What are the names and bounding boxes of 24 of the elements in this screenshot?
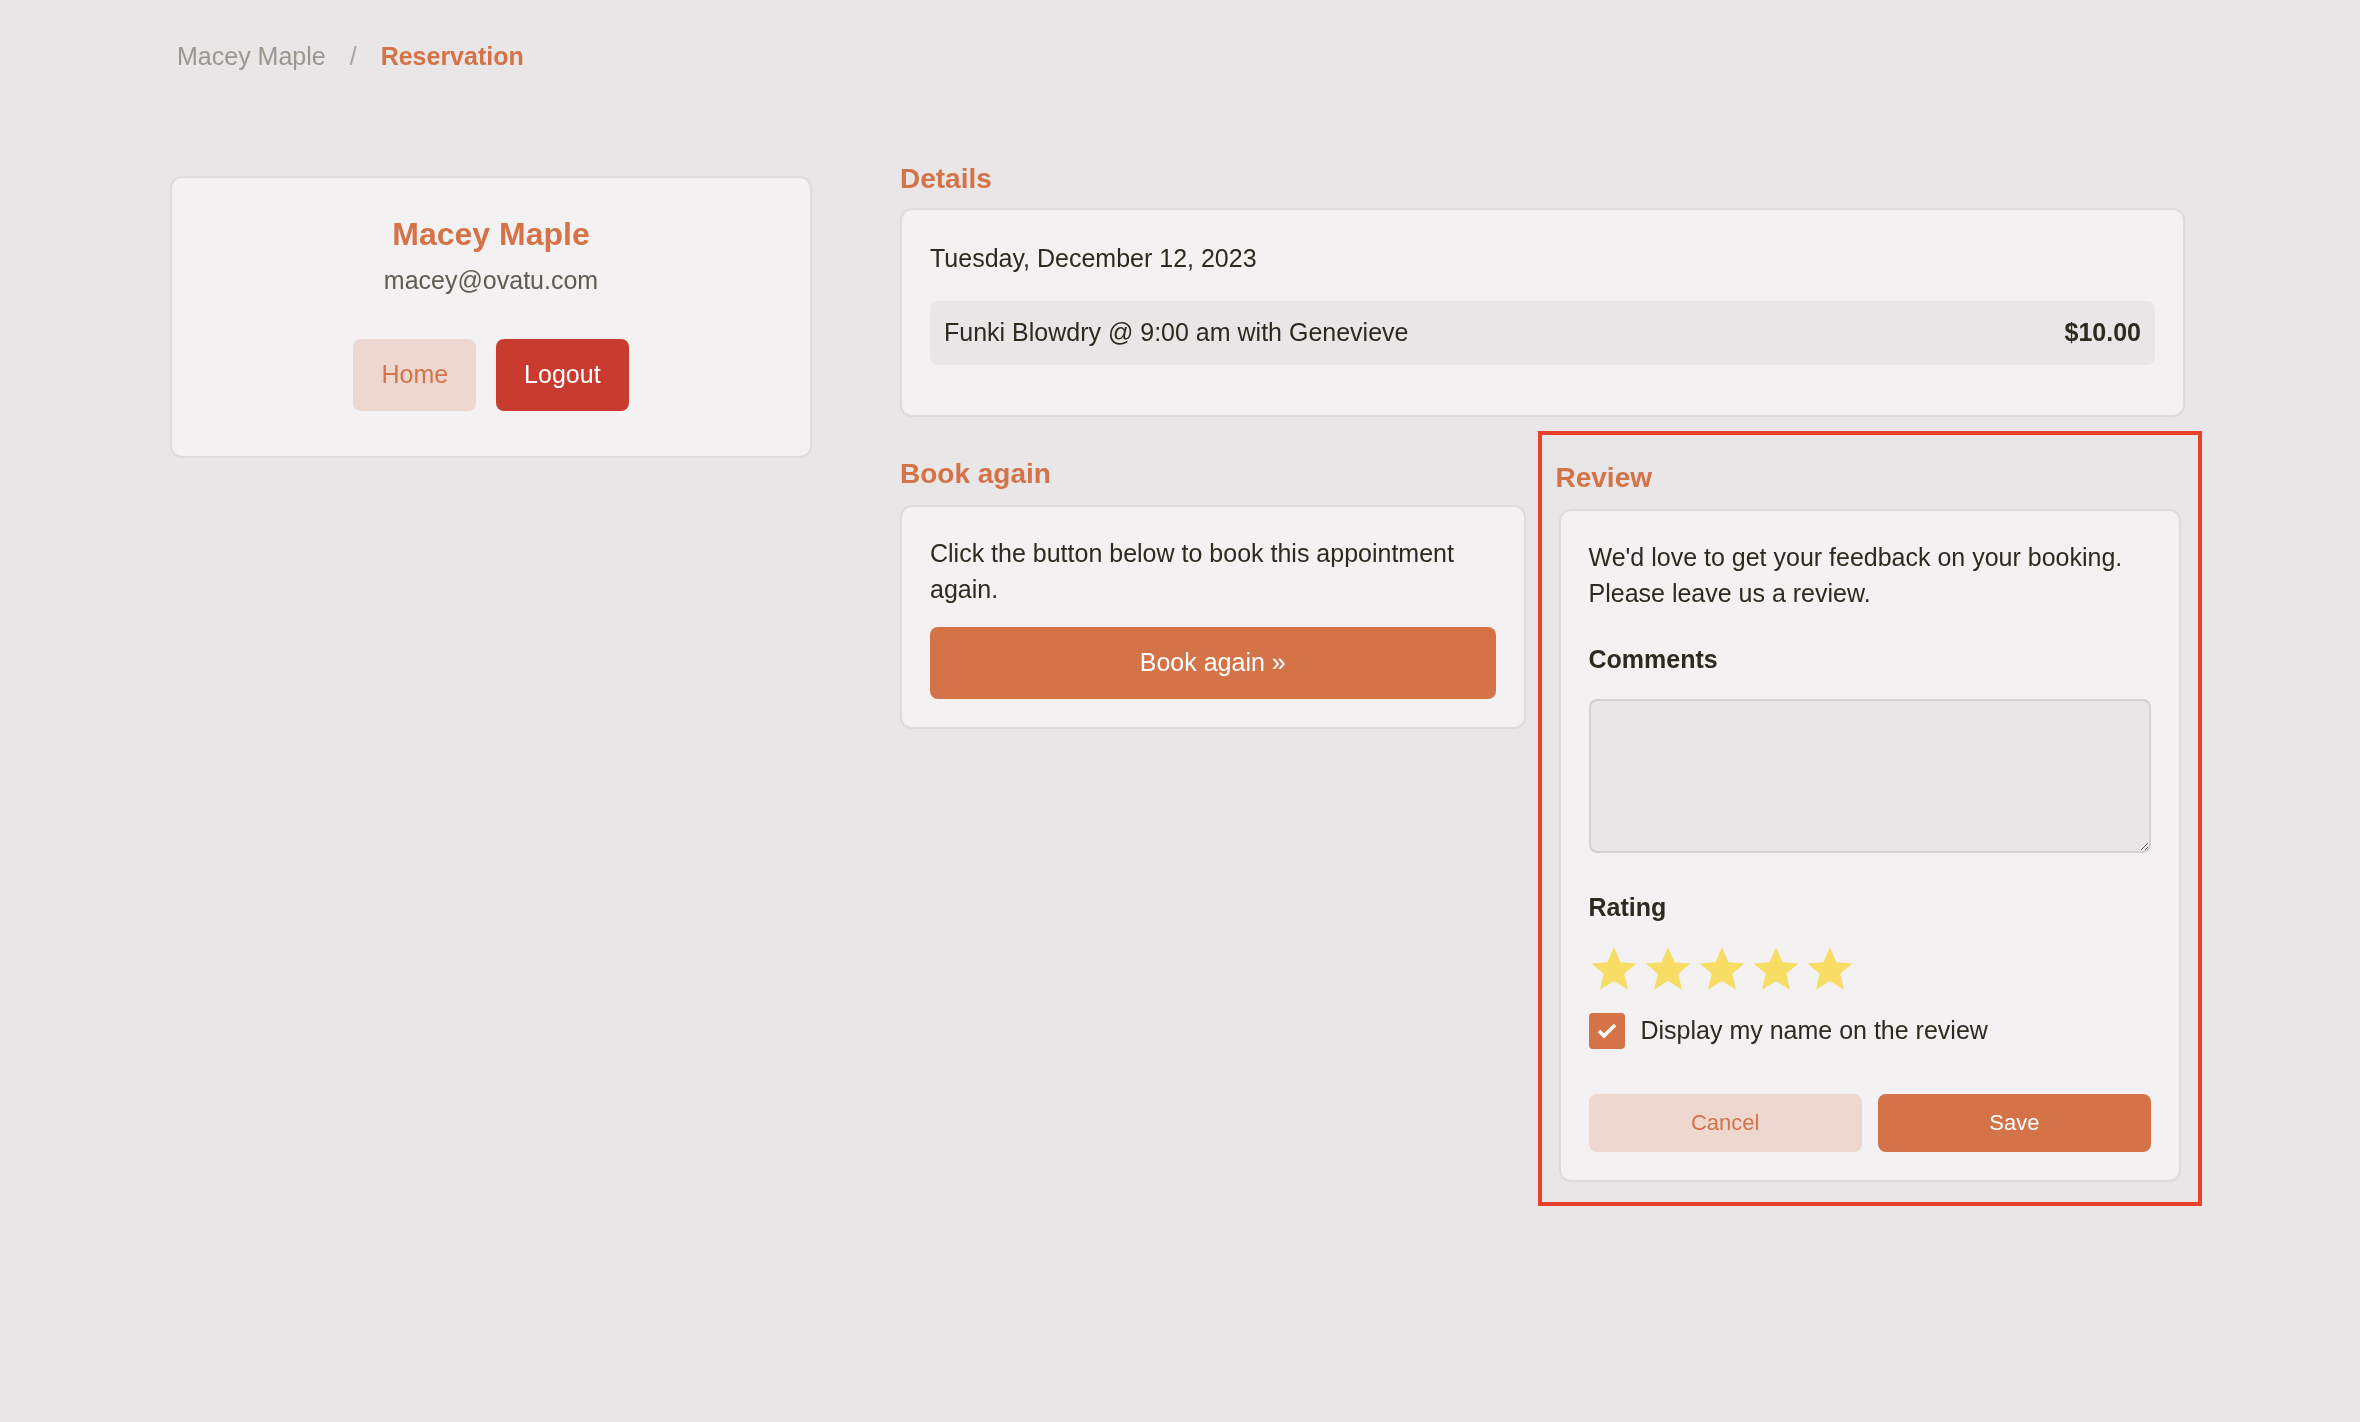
- book-again-text: Click the button below to book this appointment again.: [930, 538, 1455, 605]
- breadcrumb-link[interactable]: Macey Maple: [177, 38, 326, 76]
- checkbox-label: Display my name on the review: [1640, 1015, 1988, 1046]
- breadcrumb-separator: /: [349, 41, 357, 72]
- breadcrumb-link[interactable]: Reservation: [380, 38, 524, 76]
- rating-label: Rating: [1588, 891, 1668, 923]
- comments-label: Comments: [1588, 644, 1719, 675]
- section-heading: Book again: [900, 457, 1052, 491]
- checkmark-icon: [1596, 1022, 1617, 1039]
- profile-name: Macey Maple: [392, 214, 590, 254]
- book-again-button[interactable]: Book again »: [930, 627, 1496, 699]
- service-price: $10.00: [2064, 317, 2141, 349]
- review-intro: We'd love to get your feedback on your booking. Please leave us a review.: [1588, 542, 2124, 609]
- save-button[interactable]: Save: [1877, 1093, 2151, 1152]
- home-button[interactable]: Home: [353, 339, 477, 411]
- profile-email: macey@ovatu.com: [383, 264, 599, 296]
- comments-field[interactable]: [1588, 698, 2151, 853]
- section-heading: Details: [900, 161, 993, 196]
- section-heading: Review: [1555, 461, 1653, 495]
- appointment-date: Tuesday, December 12, 2023: [930, 242, 1258, 274]
- logout-button[interactable]: Logout: [496, 339, 629, 411]
- service-text: Funki Blowdry @ 9:00 am with Genevieve: [944, 317, 1409, 349]
- checkbox[interactable]: [1588, 1012, 1625, 1049]
- cancel-button[interactable]: Cancel: [1588, 1093, 1862, 1152]
